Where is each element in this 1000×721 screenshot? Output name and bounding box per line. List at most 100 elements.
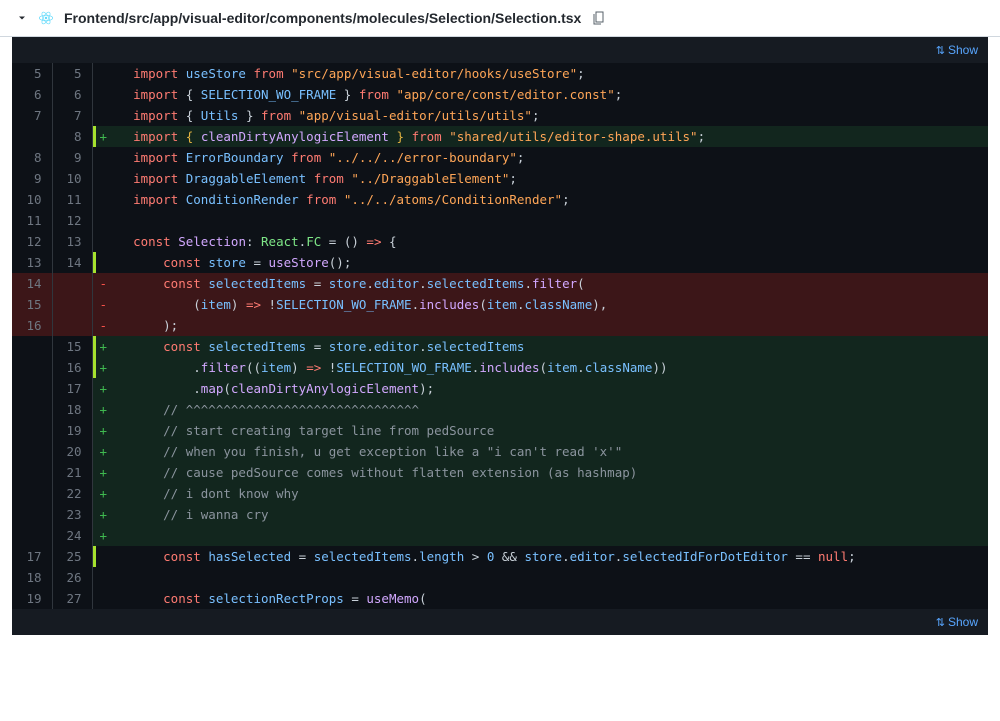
new-line-number[interactable]: 27 (52, 588, 92, 609)
new-line-number[interactable]: 19 (52, 420, 92, 441)
new-line-number[interactable]: 6 (52, 84, 92, 105)
diff-marker: + (92, 378, 114, 399)
new-line-number[interactable] (52, 294, 92, 315)
old-line-number[interactable]: 17 (12, 546, 52, 567)
diff-marker: - (92, 273, 114, 294)
new-line-number[interactable]: 12 (52, 210, 92, 231)
new-line-number[interactable]: 24 (52, 525, 92, 546)
old-line-number[interactable]: 5 (12, 63, 52, 84)
code-line[interactable]: import { cleanDirtyAnylogicElement } fro… (114, 126, 988, 147)
diff-row-addition: 15+ const selectedItems = store.editor.s… (12, 336, 988, 357)
diff-marker: + (92, 462, 114, 483)
old-line-number[interactable] (12, 378, 52, 399)
old-line-number[interactable] (12, 126, 52, 147)
diff-row-context: 55 import useStore from "src/app/visual-… (12, 63, 988, 84)
copy-path-icon[interactable] (591, 10, 607, 26)
old-line-number[interactable]: 7 (12, 105, 52, 126)
code-line[interactable]: (item) => !SELECTION_WO_FRAME.includes(i… (114, 294, 988, 315)
old-line-number[interactable]: 11 (12, 210, 52, 231)
diff-marker (92, 231, 114, 252)
code-line[interactable]: import { Utils } from "app/visual-editor… (114, 105, 988, 126)
old-line-number[interactable]: 15 (12, 294, 52, 315)
new-line-number[interactable]: 13 (52, 231, 92, 252)
new-line-number[interactable]: 18 (52, 399, 92, 420)
new-line-number[interactable] (52, 273, 92, 294)
new-line-number[interactable]: 20 (52, 441, 92, 462)
old-line-number[interactable] (12, 483, 52, 504)
code-line[interactable]: // start creating target line from pedSo… (114, 420, 988, 441)
new-line-number[interactable]: 21 (52, 462, 92, 483)
code-line[interactable]: // ^^^^^^^^^^^^^^^^^^^^^^^^^^^^^^^ (114, 399, 988, 420)
old-line-number[interactable]: 16 (12, 315, 52, 336)
new-line-number[interactable]: 10 (52, 168, 92, 189)
old-line-number[interactable] (12, 441, 52, 462)
code-line[interactable]: .map(cleanDirtyAnylogicElement); (114, 378, 988, 399)
code-line[interactable]: // i wanna cry (114, 504, 988, 525)
code-line[interactable]: const selectionRectProps = useMemo( (114, 588, 988, 609)
new-line-number[interactable]: 26 (52, 567, 92, 588)
diff-row-addition: 24+ (12, 525, 988, 546)
new-line-number[interactable]: 23 (52, 504, 92, 525)
old-line-number[interactable]: 14 (12, 273, 52, 294)
new-line-number[interactable]: 8 (52, 126, 92, 147)
diff-row-addition: 17+ .map(cleanDirtyAnylogicElement); (12, 378, 988, 399)
new-line-number[interactable]: 25 (52, 546, 92, 567)
old-line-number[interactable] (12, 462, 52, 483)
diff-marker: + (92, 441, 114, 462)
chevron-down-icon[interactable] (16, 12, 28, 24)
code-line[interactable]: import ErrorBoundary from "../../../erro… (114, 147, 988, 168)
diff-row-addition: 20+ // when you finish, u get exception … (12, 441, 988, 462)
new-line-number[interactable]: 22 (52, 483, 92, 504)
old-line-number[interactable]: 19 (12, 588, 52, 609)
new-line-number[interactable]: 14 (52, 252, 92, 273)
old-line-number[interactable] (12, 525, 52, 546)
code-line[interactable] (114, 210, 988, 231)
new-line-number[interactable]: 7 (52, 105, 92, 126)
diff-marker: - (92, 315, 114, 336)
code-line[interactable]: const selectedItems = store.editor.selec… (114, 336, 988, 357)
code-line[interactable]: // i dont know why (114, 483, 988, 504)
old-line-number[interactable]: 10 (12, 189, 52, 210)
code-line[interactable]: // cause pedSource comes without flatten… (114, 462, 988, 483)
new-line-number[interactable]: 16 (52, 357, 92, 378)
code-line[interactable]: import useStore from "src/app/visual-edi… (114, 63, 988, 84)
new-line-number[interactable]: 5 (52, 63, 92, 84)
code-line[interactable]: ); (114, 315, 988, 336)
code-line[interactable] (114, 567, 988, 588)
code-line[interactable] (114, 525, 988, 546)
code-line[interactable]: const Selection: React.FC = () => { (114, 231, 988, 252)
code-line[interactable]: import ConditionRender from "../../atoms… (114, 189, 988, 210)
file-path[interactable]: Frontend/src/app/visual-editor/component… (64, 10, 581, 26)
new-line-number[interactable]: 9 (52, 147, 92, 168)
new-line-number[interactable] (52, 315, 92, 336)
old-line-number[interactable]: 13 (12, 252, 52, 273)
show-more-top-link[interactable]: Show (936, 43, 978, 57)
old-line-number[interactable]: 9 (12, 168, 52, 189)
new-line-number[interactable]: 15 (52, 336, 92, 357)
new-line-number[interactable]: 11 (52, 189, 92, 210)
diff-marker (92, 168, 114, 189)
code-line[interactable]: import { SELECTION_WO_FRAME } from "app/… (114, 84, 988, 105)
code-line[interactable]: const hasSelected = selectedItems.length… (114, 546, 988, 567)
code-line[interactable]: .filter((item) => !SELECTION_WO_FRAME.in… (114, 357, 988, 378)
old-line-number[interactable]: 12 (12, 231, 52, 252)
diff-row-context: 1927 const selectionRectProps = useMemo( (12, 588, 988, 609)
code-line[interactable]: const store = useStore(); (114, 252, 988, 273)
old-line-number[interactable] (12, 504, 52, 525)
code-line[interactable]: const selectedItems = store.editor.selec… (114, 273, 988, 294)
old-line-number[interactable]: 8 (12, 147, 52, 168)
new-line-number[interactable]: 17 (52, 378, 92, 399)
old-line-number[interactable] (12, 357, 52, 378)
old-line-number[interactable] (12, 336, 52, 357)
old-line-number[interactable] (12, 399, 52, 420)
show-more-bottom-link[interactable]: Show (936, 615, 978, 629)
old-line-number[interactable]: 6 (12, 84, 52, 105)
code-line[interactable]: // when you finish, u get exception like… (114, 441, 988, 462)
diff-row-deletion: 14 - const selectedItems = store.editor.s… (12, 273, 988, 294)
diff-row-addition: 8+ import { cleanDirtyAnylogicElement } … (12, 126, 988, 147)
diff-marker: + (92, 525, 114, 546)
diff-marker: + (92, 420, 114, 441)
code-line[interactable]: import DraggableElement from "../Draggab… (114, 168, 988, 189)
old-line-number[interactable] (12, 420, 52, 441)
old-line-number[interactable]: 18 (12, 567, 52, 588)
